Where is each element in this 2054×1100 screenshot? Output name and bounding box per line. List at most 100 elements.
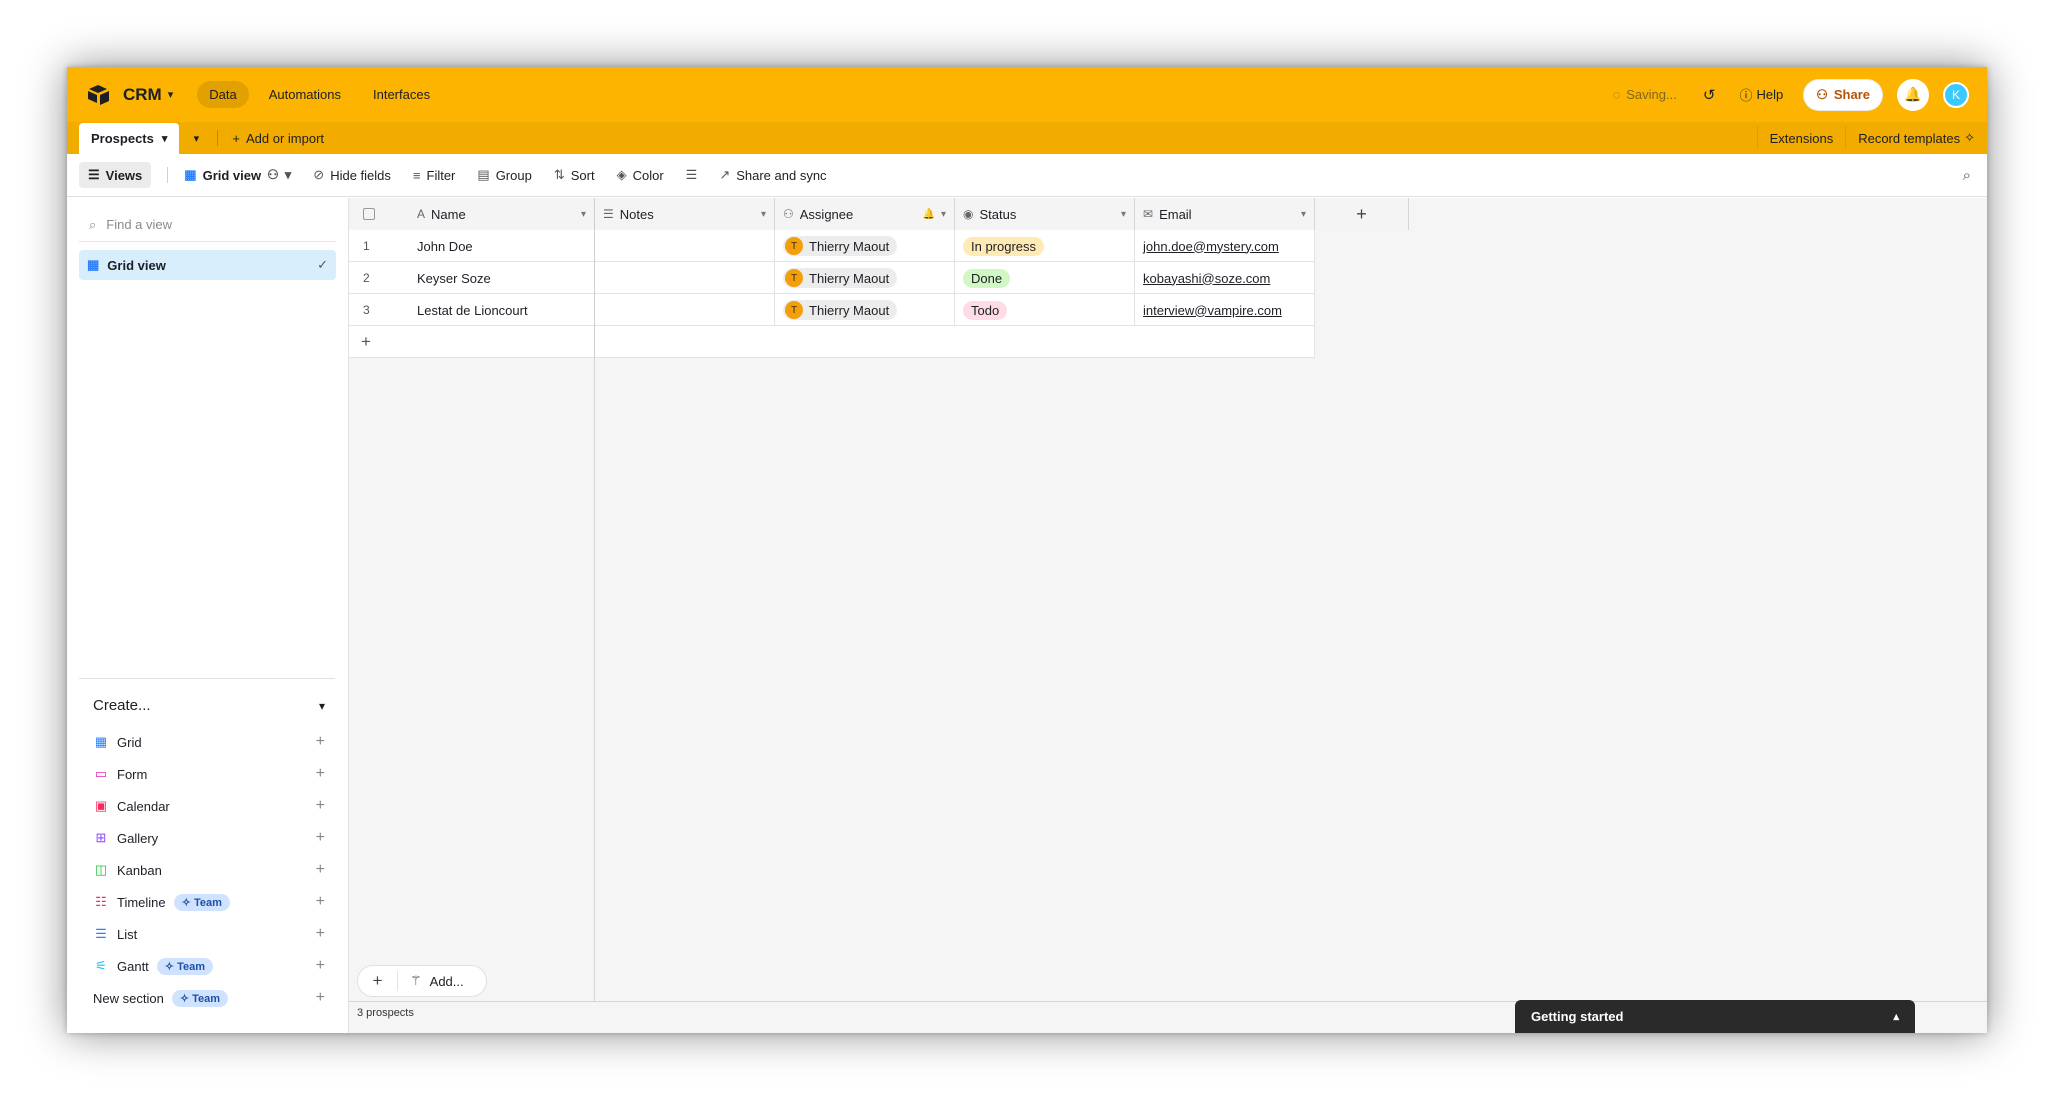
create-gantt-item[interactable]: ⚟ Gantt ✧ Team + (79, 950, 335, 982)
grid-rows: 1 John Doe T Thierry Maout In progress j… (349, 230, 1315, 358)
column-header-assignee[interactable]: ⚇ Assignee 🔔 ▾ (775, 198, 955, 230)
chevron-down-icon: ▾ (1300, 208, 1306, 220)
grid-icon: ▦ (94, 734, 108, 749)
team-badge: ✧ Team (173, 893, 230, 911)
cell-name[interactable]: Lestat de Lioncourt (409, 294, 595, 326)
getting-started-panel[interactable]: Getting started ▴ (1515, 1000, 1915, 1033)
assignee-chip: T Thierry Maout (783, 268, 898, 288)
cell-email[interactable]: kobayashi@soze.com (1135, 262, 1315, 294)
filter-button[interactable]: ≡ Filter (413, 168, 455, 183)
plus-icon[interactable]: + (358, 971, 398, 991)
view-switcher-button[interactable]: ▦ Grid view ⚇ ▾ (184, 167, 291, 183)
select-all-checkbox[interactable] (349, 198, 409, 230)
create-list-item[interactable]: ☰ List + (79, 918, 335, 950)
extensions-button[interactable]: Extensions (1756, 126, 1846, 150)
cell-name[interactable]: Keyser Soze (409, 262, 595, 294)
cell-assignee[interactable]: T Thierry Maout (775, 230, 955, 262)
column-header-label: Status (979, 206, 1017, 222)
column-header-notes[interactable]: ☰ Notes ▾ (595, 198, 775, 230)
column-header-email[interactable]: ✉ Email ▾ (1135, 198, 1315, 230)
row-number: 2 (363, 271, 370, 285)
base-switcher[interactable]: CRM ▾ (87, 84, 173, 106)
find-view-input[interactable]: ⌕ Find a view (79, 208, 336, 242)
sort-button[interactable]: ⇅ Sort (554, 167, 595, 183)
cell-status[interactable]: Done (955, 262, 1135, 294)
record-templates-button[interactable]: Record templates ✧ (1845, 126, 1987, 150)
share-button[interactable]: ⚇ Share (1803, 78, 1883, 111)
help-icon: ⓘ (1739, 88, 1753, 103)
chevron-down-icon: ▾ (580, 208, 586, 220)
status-badge: In progress (963, 236, 1045, 256)
create-timeline-item[interactable]: ☷ Timeline ✧ Team + (79, 886, 335, 918)
add-record-row[interactable]: + (349, 326, 1315, 358)
add-field-button[interactable]: + (1315, 198, 1409, 230)
gantt-icon: ⚟ (95, 958, 107, 973)
add-with-ai-button[interactable]: ⚚ Add... (398, 973, 464, 989)
column-header-name[interactable]: A Name ▾ (409, 198, 595, 230)
people-icon: ⚇ (1816, 86, 1828, 102)
add-or-import-button[interactable]: + Add or import (222, 123, 334, 154)
plus-icon: + (315, 733, 325, 750)
user-avatar[interactable]: K (1943, 81, 1969, 108)
create-label: Create... (93, 697, 151, 714)
share-and-sync-button[interactable]: ↗ Share and sync (719, 167, 826, 183)
table-tab-prospects[interactable]: Prospects ▾ (79, 123, 180, 154)
create-form-item[interactable]: ▭ Form + (79, 758, 335, 790)
all-tables-dropdown[interactable]: ▾ (179, 123, 213, 154)
chevron-down-icon: ▾ (167, 89, 174, 101)
add-record-button[interactable]: + (349, 326, 595, 358)
plus-icon: + (315, 861, 325, 878)
sparkle-icon: ✧ (1964, 130, 1975, 145)
color-button[interactable]: ◈ Color (617, 167, 664, 183)
create-item-label: Kanban (117, 862, 162, 878)
row-height-button[interactable]: ☰ (686, 167, 698, 183)
divider (217, 130, 219, 146)
notifications-bell-icon[interactable]: 🔔 (1897, 78, 1929, 111)
cell-assignee[interactable]: T Thierry Maout (775, 262, 955, 294)
kanban-icon: ◫ (94, 862, 108, 877)
table-row[interactable]: 2 Keyser Soze T Thierry Maout Done kobay… (349, 262, 1315, 294)
create-grid-item[interactable]: ▦ Grid + (79, 726, 335, 758)
sidebar-item-grid-view[interactable]: ▦ Grid view ✓ (79, 250, 336, 280)
chevron-down-icon: ▾ (161, 133, 168, 145)
cell-email[interactable]: john.doe@mystery.com (1135, 230, 1315, 262)
long-text-icon: ☰ (603, 207, 614, 221)
sort-label: Sort (570, 167, 595, 183)
search-icon[interactable]: ⌕ (1963, 167, 1971, 184)
nav-tab-interfaces[interactable]: Interfaces (361, 81, 442, 108)
hide-fields-button[interactable]: ⊘ Hide fields (313, 167, 391, 183)
table-row[interactable]: 1 John Doe T Thierry Maout In progress j… (349, 230, 1315, 262)
create-header[interactable]: Create... ▾ (79, 679, 335, 726)
cell-notes[interactable] (595, 294, 775, 326)
cell-name[interactable]: John Doe (409, 230, 595, 262)
email-link[interactable]: interview@vampire.com (1143, 303, 1282, 318)
chevron-down-icon: ▾ (1120, 208, 1126, 220)
add-import-label: Add or import (246, 131, 325, 146)
view-item-label: Grid view (107, 257, 166, 273)
create-new-section-item[interactable]: New section ✧ Team + (79, 982, 335, 1014)
help-button[interactable]: ⓘ Help (1739, 85, 1783, 104)
cell-status[interactable]: In progress (955, 230, 1135, 262)
sort-icon: ⇅ (553, 167, 565, 182)
cell-notes[interactable] (595, 230, 775, 262)
email-link[interactable]: john.doe@mystery.com (1143, 239, 1279, 254)
cell-assignee[interactable]: T Thierry Maout (775, 294, 955, 326)
nav-tab-automations[interactable]: Automations (257, 81, 353, 108)
create-gallery-item[interactable]: ⊞ Gallery + (79, 822, 335, 854)
nav-tab-data[interactable]: Data (197, 81, 249, 108)
create-item-label: List (117, 926, 138, 942)
views-toggle-button[interactable]: ☰ Views (79, 162, 152, 188)
add-menu-pill[interactable]: + ⚚ Add... (357, 965, 487, 997)
table-row[interactable]: 3 Lestat de Lioncourt T Thierry Maout To… (349, 294, 1315, 326)
chevron-down-icon: ▾ (760, 208, 766, 220)
column-header-status[interactable]: ◉ Status ▾ (955, 198, 1135, 230)
cell-notes[interactable] (595, 262, 775, 294)
cell-status[interactable]: Todo (955, 294, 1135, 326)
group-button[interactable]: ▤ Group (477, 167, 531, 183)
assignee-name: Thierry Maout (809, 238, 890, 254)
create-calendar-item[interactable]: ▣ Calendar + (79, 790, 335, 822)
create-kanban-item[interactable]: ◫ Kanban + (79, 854, 335, 886)
cell-email[interactable]: interview@vampire.com (1135, 294, 1315, 326)
email-link[interactable]: kobayashi@soze.com (1143, 271, 1270, 286)
history-icon[interactable]: ↺ (1703, 86, 1716, 104)
